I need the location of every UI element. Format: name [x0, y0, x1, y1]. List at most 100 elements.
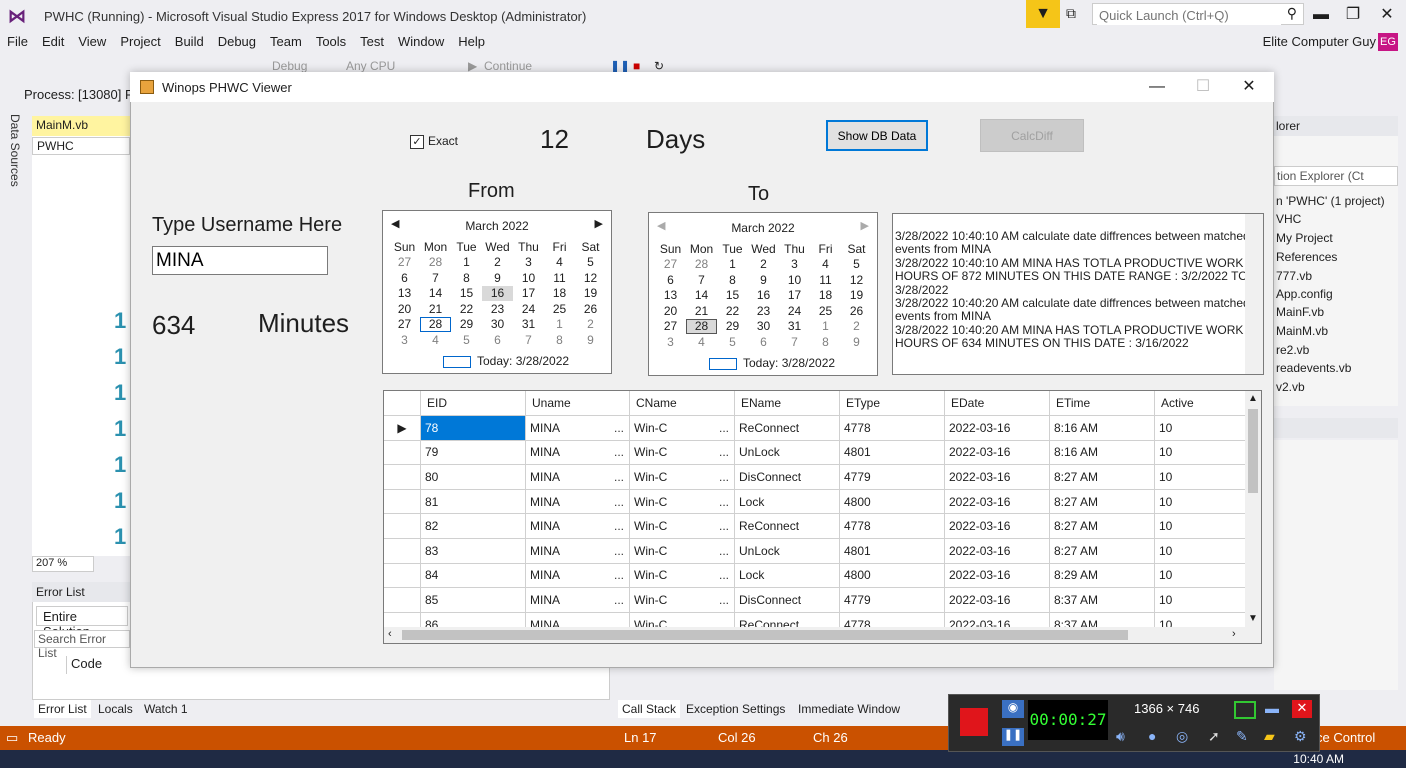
grid-cell[interactable]: 8:27 AM: [1049, 538, 1155, 564]
calendar-day[interactable]: 25: [810, 303, 841, 319]
column-header[interactable]: EName: [734, 391, 840, 416]
menu-test[interactable]: Test: [353, 32, 391, 51]
log-textbox[interactable]: 3/28/2022 10:40:10 AM calculate date dif…: [892, 213, 1264, 375]
calendar-day[interactable]: 2: [748, 257, 779, 273]
calendar-day[interactable]: 5: [451, 332, 482, 348]
grid-cell[interactable]: MINA...: [525, 464, 630, 490]
grid-cell[interactable]: 2022-03-16: [944, 538, 1050, 564]
user-account[interactable]: Elite Computer Guy: [1263, 34, 1376, 49]
scroll-right-icon[interactable]: ›: [1232, 628, 1236, 640]
grid-cell[interactable]: MINA...: [525, 538, 630, 564]
grid-cell[interactable]: Win-C...: [629, 415, 735, 441]
grid-cell[interactable]: 4801: [839, 440, 945, 466]
dialog-minimize-button[interactable]: —: [1134, 76, 1180, 98]
grid-cell[interactable]: 2022-03-16: [944, 464, 1050, 490]
continue-button[interactable]: Continue: [484, 59, 532, 73]
calendar-day-selected[interactable]: 28: [686, 318, 717, 334]
grid-cell[interactable]: 85: [420, 587, 526, 613]
row-header[interactable]: [384, 513, 421, 539]
row-header[interactable]: [384, 464, 421, 490]
column-header[interactable]: EDate: [944, 391, 1050, 416]
calendar-day[interactable]: 24: [779, 303, 810, 319]
calendar-day[interactable]: 24: [513, 301, 544, 317]
grid-cell[interactable]: Lock: [734, 563, 840, 589]
ellipsis-icon[interactable]: ...: [719, 421, 729, 435]
menu-file[interactable]: File: [0, 32, 35, 51]
grid-cell[interactable]: 4800: [839, 489, 945, 515]
scroll-down-icon[interactable]: ▼: [1248, 613, 1258, 624]
calendar-month[interactable]: March 2022: [649, 221, 877, 235]
calendar-day[interactable]: 5: [841, 257, 872, 273]
calendar-day[interactable]: 5: [717, 334, 748, 350]
calendar-day[interactable]: 11: [810, 272, 841, 288]
grid-cell[interactable]: 2022-03-16: [944, 563, 1050, 589]
ellipsis-icon[interactable]: ...: [614, 544, 624, 558]
calendar-day[interactable]: 27: [655, 319, 686, 335]
calendar-day[interactable]: 23: [748, 303, 779, 319]
calendar-day[interactable]: 15: [717, 288, 748, 304]
table-row[interactable]: 84 MINA... Win-C... Lock 4800 2022-03-16 8:29 …: [384, 563, 1261, 589]
scroll-up-icon[interactable]: ▲: [1248, 393, 1258, 404]
calendar-day[interactable]: 4: [544, 255, 575, 271]
calendar-day[interactable]: 14: [686, 288, 717, 304]
calendar-day[interactable]: 3: [389, 332, 420, 348]
grid-cell[interactable]: 2022-03-16: [944, 440, 1050, 466]
calendar-day[interactable]: 9: [482, 270, 513, 286]
calendar-day[interactable]: 9: [748, 272, 779, 288]
calendar-day[interactable]: 10: [779, 272, 810, 288]
calendar-day[interactable]: 9: [575, 332, 606, 348]
record-stop-button[interactable]: [960, 708, 988, 736]
grid-cell[interactable]: 8:27 AM: [1049, 489, 1155, 515]
calendar-day[interactable]: 31: [779, 319, 810, 335]
calendar-day[interactable]: 11: [544, 270, 575, 286]
calendar-day[interactable]: 20: [655, 303, 686, 319]
ellipsis-icon[interactable]: ...: [719, 544, 729, 558]
solution-item[interactable]: MainM.vb: [1276, 324, 1328, 338]
grid-cell[interactable]: DisConnect: [734, 587, 840, 613]
calendar-day[interactable]: 14: [420, 286, 451, 302]
calendar-day[interactable]: 10: [513, 270, 544, 286]
table-row[interactable]: 81 MINA... Win-C... Lock 4800 2022-03-16 8:27 …: [384, 489, 1261, 515]
ellipsis-icon[interactable]: ...: [719, 445, 729, 459]
log-scrollbar[interactable]: [1245, 214, 1263, 374]
region-icon[interactable]: [1234, 701, 1256, 719]
menu-edit[interactable]: Edit: [35, 32, 71, 51]
grid-cell[interactable]: Win-C...: [629, 489, 735, 515]
calendar-day[interactable]: 2: [575, 317, 606, 333]
table-row[interactable]: 82 MINA... Win-C... ReConnect 4778 2022-03-16…: [384, 513, 1261, 539]
calendar-day[interactable]: 25: [544, 301, 575, 317]
menu-view[interactable]: View: [71, 32, 113, 51]
calc-diff-button[interactable]: CalcDiff: [980, 119, 1084, 152]
calendar-day[interactable]: 1: [810, 319, 841, 335]
restart-icon[interactable]: ↻: [654, 59, 664, 73]
ellipsis-icon[interactable]: ...: [719, 470, 729, 484]
grid-cell[interactable]: 8:37 AM: [1049, 587, 1155, 613]
calendar-day[interactable]: 27: [655, 257, 686, 273]
calendar-day[interactable]: 17: [779, 288, 810, 304]
grid-cell[interactable]: 2022-03-16: [944, 415, 1050, 441]
show-db-data-button[interactable]: Show DB Data: [826, 120, 928, 151]
calendar-day[interactable]: 5: [575, 255, 606, 271]
menu-help[interactable]: Help: [451, 32, 492, 51]
ellipsis-icon[interactable]: ...: [719, 495, 729, 509]
row-header[interactable]: [384, 587, 421, 613]
folder-icon[interactable]: ▰: [1264, 728, 1275, 745]
calendar-day[interactable]: 4: [810, 257, 841, 273]
calendar-day[interactable]: 1: [717, 257, 748, 273]
calendar-day[interactable]: 18: [810, 288, 841, 304]
grid-cell[interactable]: 82: [420, 513, 526, 539]
table-row[interactable]: 83 MINA... Win-C... UnLock 4801 2022-03-16 8:2…: [384, 538, 1261, 564]
solution-config-dropdown[interactable]: Debug: [272, 59, 307, 73]
calendar-day[interactable]: 8: [544, 332, 575, 348]
calendar-day[interactable]: 17: [513, 286, 544, 302]
today-link[interactable]: Today: 3/28/2022: [709, 356, 835, 370]
dialog-maximize-button[interactable]: ☐: [1180, 76, 1226, 98]
calendar-day[interactable]: 12: [841, 272, 872, 288]
tab-error-list[interactable]: Error List: [34, 700, 91, 718]
solution-item[interactable]: 777.vb: [1276, 269, 1312, 283]
calendar-day[interactable]: 29: [451, 317, 482, 333]
calendar-day[interactable]: 8: [451, 270, 482, 286]
calendar-day[interactable]: 21: [420, 301, 451, 317]
ellipsis-icon[interactable]: ...: [614, 519, 624, 533]
calendar-day[interactable]: 2: [482, 255, 513, 271]
